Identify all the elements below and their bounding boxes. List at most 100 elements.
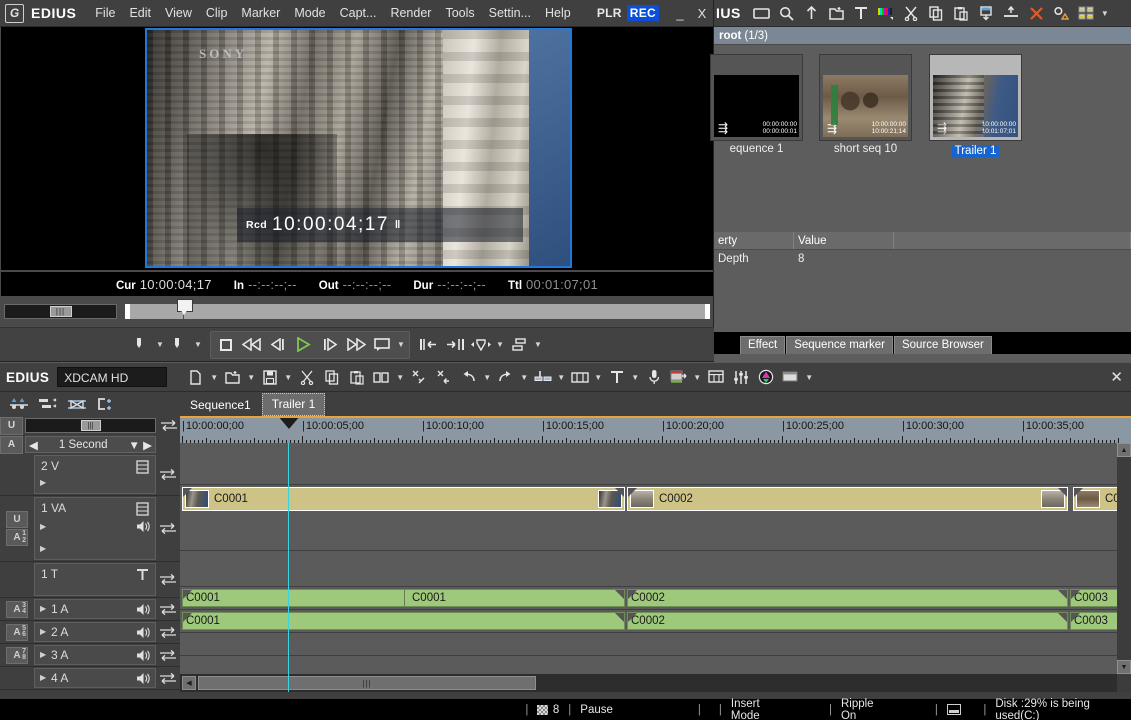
track-channel-3a[interactable]: A78 [6, 647, 28, 664]
recorder-mode-badge[interactable]: REC [627, 5, 659, 21]
scale-prev-arrow-icon[interactable]: ◀ [29, 438, 38, 452]
layouter-icon[interactable] [778, 365, 803, 390]
redo-icon[interactable] [493, 365, 518, 390]
bin-item-short-seq-10[interactable]: ⇶ 10:00:00:00 10:00:21;14 short seq 10 [819, 54, 912, 155]
project-preset-field[interactable]: XDCAM HD [57, 367, 167, 387]
timeline-content[interactable]: 10:00:00;00 10:00:05;00 10:00:10;00 10:0… [180, 416, 1131, 692]
title-dropdown-icon[interactable]: ▼ [629, 373, 641, 382]
timeline-row-1t[interactable] [180, 551, 1131, 587]
delete-gap-icon[interactable] [406, 365, 431, 390]
timecode-out[interactable]: Out --:--:--;-- [319, 277, 392, 292]
open-project-icon[interactable] [220, 365, 245, 390]
track-body-1a[interactable]: ▶ 1 A [34, 599, 156, 619]
status-insert-mode[interactable]: Insert Mode [731, 698, 789, 720]
scroll-down-icon[interactable]: ▼ [1117, 660, 1131, 674]
zoom-slider-knob[interactable]: ||| [81, 420, 101, 431]
track-header-2a[interactable]: A56 ▶ 2 A [0, 621, 180, 644]
table-view-icon[interactable] [703, 365, 728, 390]
track-mute-1va[interactable]: U [6, 511, 28, 528]
bin-thumbnail[interactable]: ⇶ 00:00:00:00 00:00:00:01 [710, 54, 803, 141]
tab-source-browser[interactable]: Source Browser [894, 336, 992, 354]
title-icon[interactable] [604, 365, 629, 390]
jump-to-in-icon[interactable] [416, 332, 442, 358]
cut-icon[interactable] [294, 365, 319, 390]
bin-thumbnail[interactable]: ⇶ 10:00:00:00 10:01:07;01 [929, 54, 1022, 141]
timeline-row-3a[interactable] [180, 633, 1131, 656]
razor-icon[interactable] [530, 365, 555, 390]
menu-help[interactable]: Help [538, 3, 578, 23]
color-bar-icon[interactable] [874, 1, 899, 25]
export-icon[interactable] [666, 365, 691, 390]
track-header-1va[interactable]: U A12 1 VA ▶ ▶ [0, 496, 180, 562]
track-expand-video-1va-icon[interactable]: ▶ [40, 522, 46, 531]
timeline-ruler[interactable]: 10:00:00;00 10:00:05;00 10:00:10;00 10:0… [180, 416, 1131, 443]
track-channel-1va[interactable]: A12 [6, 529, 28, 546]
bin-item-sequence1[interactable]: ⇶ 00:00:00:00 00:00:00:01 equence 1 [710, 54, 803, 155]
track-body-1va[interactable]: 1 VA ▶ ▶ [34, 497, 156, 560]
track-header-4a[interactable]: ▶ 4 A [0, 667, 180, 690]
clip-audio2-c0002[interactable]: C0002 [627, 612, 1068, 630]
timeline-row-1va[interactable]: C0001 C0002 [180, 485, 1131, 551]
sequence-tab-trailer-1[interactable]: Trailer 1 [262, 393, 326, 416]
minimize-button[interactable]: _ [669, 6, 691, 21]
add-marker-icon[interactable] [468, 332, 494, 358]
bin-breadcrumb[interactable]: root (1/3) [714, 27, 1131, 45]
group-link-icon[interactable] [64, 392, 89, 417]
hscroll-thumb[interactable]: ||| [198, 676, 536, 690]
insert-icon[interactable] [999, 1, 1024, 25]
track-body-2v[interactable]: 2 V ▶ [34, 455, 156, 494]
menu-tools[interactable]: Tools [438, 3, 481, 23]
track-sync-1va-icon[interactable] [156, 496, 180, 561]
menu-view[interactable]: View [158, 3, 199, 23]
new-project-dropdown-icon[interactable]: ▼ [208, 373, 220, 382]
copy-icon[interactable] [924, 1, 949, 25]
delete-icon[interactable] [1024, 1, 1049, 25]
audio-mixer-icon[interactable] [728, 365, 753, 390]
track-channel-2a[interactable]: A56 [6, 624, 28, 641]
match-frame-icon[interactable] [567, 365, 592, 390]
speaker-icon[interactable] [136, 520, 150, 533]
bin-item-trailer-1[interactable]: ⇶ 10:00:00:00 10:01:07;01 Trailer 1 [929, 54, 1022, 157]
timecode-ttl[interactable]: Ttl 00:01:07;01 [508, 277, 598, 292]
track-expand-audio-1va-icon[interactable]: ▶ [40, 544, 46, 553]
copy-icon[interactable] [319, 365, 344, 390]
timeline-vertical-scrollbar[interactable]: ▲ ▼ [1117, 443, 1131, 692]
menu-mode[interactable]: Mode [287, 3, 332, 23]
timeline-row-1a[interactable]: C0001 C0001 C0002 C0003 [180, 587, 1131, 610]
undo-dropdown-icon[interactable]: ▼ [481, 373, 493, 382]
timeline-close-icon[interactable]: ✕ [1110, 368, 1123, 386]
insert-dropdown-icon[interactable]: ▼ [532, 340, 544, 349]
speaker-icon[interactable] [136, 603, 150, 616]
save-project-icon[interactable] [257, 365, 282, 390]
timeline-scale-select[interactable]: ◀ 1 Second ▼ ▶ [25, 436, 156, 453]
scroll-up-icon[interactable]: ▲ [1117, 443, 1131, 457]
all-track-mute-toggle[interactable]: U [0, 417, 23, 435]
split-icon[interactable] [369, 365, 394, 390]
menu-edit[interactable]: Edit [122, 3, 158, 23]
speaker-icon[interactable] [136, 626, 150, 639]
new-folder-icon[interactable] [824, 1, 849, 25]
player-position-slider[interactable] [125, 304, 710, 319]
track-channel-1a[interactable]: A34 [6, 601, 28, 618]
track-body-2a[interactable]: ▶ 2 A [34, 622, 156, 642]
track-header-2v[interactable]: 2 V ▶ [0, 454, 180, 496]
tab-sequence-marker[interactable]: Sequence marker [786, 336, 893, 354]
bin-thumbnail[interactable]: ⇶ 10:00:00:00 10:00:21;14 [819, 54, 912, 141]
set-out-point-icon[interactable] [166, 332, 192, 358]
sequence-tab-sequence1[interactable]: Sequence1 [181, 395, 260, 416]
shuttle-slider[interactable]: ||| [4, 304, 117, 319]
sync-all-icon[interactable] [158, 419, 180, 432]
save-project-dropdown-icon[interactable]: ▼ [282, 373, 294, 382]
paste-icon[interactable] [344, 365, 369, 390]
close-button[interactable]: X [691, 6, 713, 21]
menu-file[interactable]: File [88, 3, 122, 23]
timecode-dur[interactable]: Dur --:--:--;-- [413, 277, 486, 292]
status-ripple-mode[interactable]: Ripple On [841, 698, 890, 720]
add-to-bin-icon[interactable] [974, 1, 999, 25]
folder-icon[interactable] [749, 1, 774, 25]
track-sync-1a-icon[interactable] [156, 598, 180, 620]
track-sync-2a-icon[interactable] [156, 621, 180, 643]
track-body-4a[interactable]: ▶ 4 A [34, 668, 156, 688]
color-wheel-icon[interactable] [753, 365, 778, 390]
property-row-depth[interactable]: Depth 8 [714, 250, 1131, 268]
